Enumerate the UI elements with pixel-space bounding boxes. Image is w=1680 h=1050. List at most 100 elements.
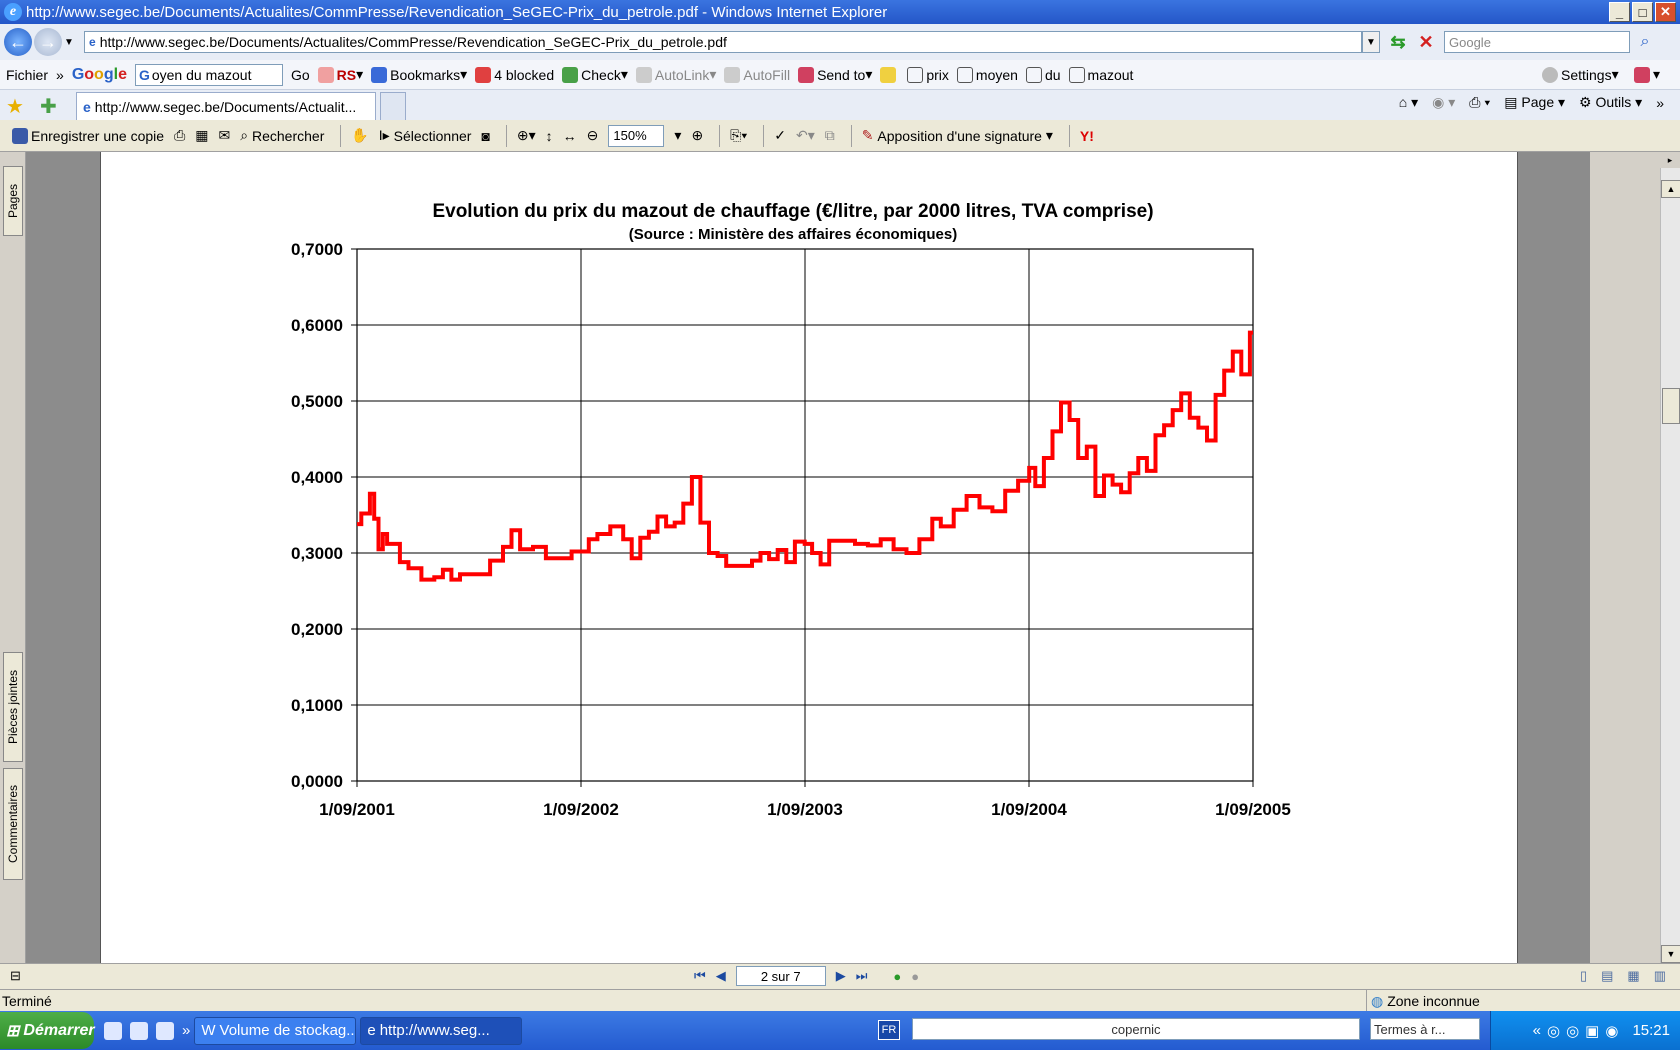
- popup-blocked-button[interactable]: 4 blocked: [475, 66, 554, 83]
- word-find-prix[interactable]: prix: [907, 66, 949, 83]
- settings-button[interactable]: Settings ▾: [1542, 66, 1619, 83]
- tray-icon[interactable]: «: [1533, 1022, 1541, 1039]
- autolink-button[interactable]: AutoLink ▾: [635, 66, 716, 83]
- zoom-in-tool-icon[interactable]: ⊕▾: [517, 127, 536, 144]
- page-menu[interactable]: ▤ Page ▾: [1504, 94, 1565, 111]
- copernic-search-input[interactable]: copernic: [912, 1018, 1360, 1040]
- search-pdf-button[interactable]: ⌕ Rechercher: [240, 127, 324, 144]
- next-page-icon[interactable]: ▶: [836, 968, 846, 984]
- yahoo-icon[interactable]: Y!: [1080, 128, 1094, 144]
- quicklaunch-icon[interactable]: [104, 1021, 122, 1040]
- tray-icon[interactable]: ◉: [1605, 1022, 1618, 1040]
- y-tick-label: 0,5000: [291, 392, 343, 411]
- forward-button[interactable]: →: [34, 28, 62, 56]
- address-dropdown-icon[interactable]: ▼: [1362, 31, 1380, 53]
- close-button[interactable]: ✕: [1655, 2, 1676, 22]
- quicklaunch-icon[interactable]: [156, 1021, 174, 1040]
- organizer-icon[interactable]: ▦: [195, 127, 208, 144]
- favorites-star-icon[interactable]: ★: [6, 94, 24, 119]
- word-find-moyen[interactable]: moyen: [956, 66, 1018, 83]
- zoom-input[interactable]: 150%: [608, 124, 665, 147]
- scroll-down-icon[interactable]: ▼: [1661, 945, 1680, 963]
- tab-attachments[interactable]: Pièces jointes: [3, 652, 23, 762]
- vertical-scrollbar[interactable]: ▲ ▼: [1660, 168, 1680, 963]
- scroll-thumb[interactable]: [1662, 388, 1680, 424]
- save-copy-button[interactable]: Enregistrer une copie: [12, 127, 164, 144]
- select-tool-button[interactable]: I▸ Sélectionner: [379, 127, 472, 144]
- continuous-icon[interactable]: ▤: [1601, 968, 1613, 984]
- zoom-in-icon[interactable]: ⊕: [691, 127, 703, 144]
- history-dropdown-icon[interactable]: ▼: [64, 37, 78, 48]
- address-bar[interactable]: e http://www.segec.be/Documents/Actualit…: [84, 31, 1362, 53]
- minimize-button[interactable]: _: [1609, 2, 1630, 22]
- highlight-icon[interactable]: [880, 66, 899, 83]
- new-tab-button[interactable]: [380, 92, 406, 120]
- tray-icon[interactable]: ◎: [1547, 1022, 1560, 1040]
- print-icon[interactable]: ⎙: [174, 127, 185, 144]
- page-number-input[interactable]: 2 sur 7: [735, 966, 826, 986]
- start-button[interactable]: ⊞ Démarrer: [0, 1012, 95, 1049]
- back-button[interactable]: ←: [4, 28, 32, 56]
- chevron-more-icon[interactable]: »: [1656, 95, 1664, 111]
- chevron-more-icon[interactable]: »: [182, 1022, 190, 1039]
- facing-icon[interactable]: ▦: [1627, 968, 1639, 984]
- tray-icon[interactable]: ◎: [1566, 1022, 1579, 1040]
- spellcheck-button[interactable]: Check ▾: [562, 66, 628, 83]
- language-indicator[interactable]: FR: [878, 1020, 900, 1040]
- prev-page-icon[interactable]: ◀: [716, 968, 726, 984]
- maximize-button[interactable]: □: [1632, 2, 1653, 22]
- task-word[interactable]: W Volume de stockag...: [194, 1016, 357, 1045]
- spellcheck-icon[interactable]: ✓: [774, 127, 786, 144]
- signature-button[interactable]: ✎ Apposition d'une signature ▾: [862, 127, 1053, 144]
- tools-menu[interactable]: ⚙ Outils ▾: [1579, 94, 1642, 111]
- go-button[interactable]: Go: [291, 67, 310, 83]
- first-page-icon[interactable]: ⏮: [694, 968, 706, 984]
- refresh-icon[interactable]: ⇆: [1386, 30, 1410, 54]
- email-icon[interactable]: ✉: [219, 127, 231, 144]
- windows-logo-icon: ⊞: [6, 1022, 20, 1040]
- security-zone[interactable]: ◍ Zone inconnue: [1366, 990, 1480, 1012]
- send-to-button[interactable]: Send to ▾: [798, 66, 872, 83]
- hand-tool-icon[interactable]: ✋: [351, 127, 368, 144]
- stop-icon[interactable]: ✕: [1414, 30, 1438, 54]
- rs-button[interactable]: RS ▾: [317, 66, 363, 83]
- word-find-mazout[interactable]: mazout: [1068, 66, 1133, 83]
- tray-icon[interactable]: ▣: [1585, 1022, 1599, 1040]
- scroll-up-icon[interactable]: ▲: [1661, 180, 1680, 198]
- search-icon[interactable]: ⌕: [1630, 31, 1660, 53]
- panel-arrow[interactable]: ▸: [1660, 152, 1680, 168]
- print-icon[interactable]: ⎙ ▾: [1469, 94, 1490, 111]
- continuous-facing-icon[interactable]: ▥: [1654, 968, 1666, 984]
- options-icon[interactable]: ⊟: [10, 968, 21, 984]
- toolbar-options-icon[interactable]: ▾: [1634, 66, 1660, 83]
- zoom-dropdown-icon[interactable]: ▾: [674, 127, 681, 144]
- tab-active[interactable]: e http://www.segec.be/Documents/Actualit…: [76, 92, 376, 120]
- zoom-out-icon[interactable]: ⊖: [587, 127, 599, 144]
- desktop-search-input[interactable]: Termes à r...: [1370, 1018, 1480, 1040]
- google-search-input[interactable]: Goyen du mazout: [134, 63, 283, 86]
- autofill-button[interactable]: AutoFill: [724, 66, 790, 83]
- single-page-icon[interactable]: ▯: [1580, 968, 1587, 984]
- home-icon[interactable]: ⌂ ▾: [1399, 94, 1418, 111]
- forward-view-icon[interactable]: ●: [911, 969, 919, 984]
- gear-icon: [1542, 66, 1558, 83]
- search-input[interactable]: Google: [1444, 31, 1630, 53]
- feeds-icon[interactable]: ◉ ▾: [1432, 94, 1455, 111]
- tab-comments[interactable]: Commentaires: [3, 768, 23, 880]
- back-view-icon[interactable]: ●: [893, 969, 901, 984]
- bookmarks-button[interactable]: Bookmarks ▾: [371, 66, 467, 83]
- snapshot-icon[interactable]: ◙: [481, 128, 489, 144]
- word-find-du[interactable]: du: [1025, 66, 1061, 83]
- tab-pages[interactable]: Pages: [3, 166, 23, 236]
- last-page-icon[interactable]: ⏭: [856, 968, 868, 984]
- fit-page-icon[interactable]: ↕: [546, 128, 553, 144]
- rotate-icon[interactable]: ⎘▾: [730, 127, 747, 144]
- copy-icon[interactable]: ⧉: [825, 127, 835, 144]
- undo-icon[interactable]: ↶▾: [796, 127, 815, 144]
- quicklaunch-ie-icon[interactable]: [130, 1021, 148, 1040]
- menu-fichier[interactable]: Fichier: [6, 67, 48, 83]
- fit-width-icon[interactable]: ↔: [563, 128, 577, 144]
- chevron-more-icon[interactable]: »: [56, 67, 64, 83]
- add-favorite-icon[interactable]: ✚: [40, 94, 57, 119]
- task-ie[interactable]: e http://www.seg...: [360, 1016, 523, 1045]
